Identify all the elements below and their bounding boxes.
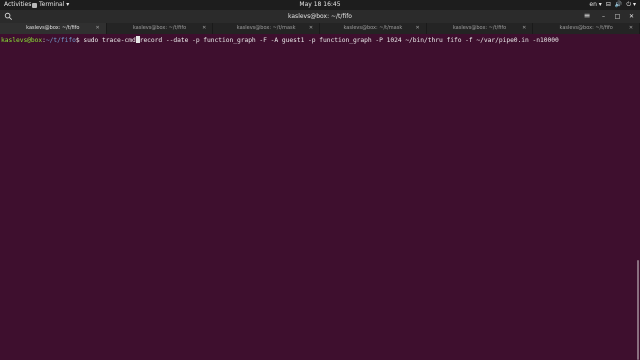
tab-label: kaslevs@box: ~/t/fifo bbox=[132, 25, 187, 31]
close-icon[interactable]: ✕ bbox=[627, 12, 636, 21]
tab-label: kaslevs@box: ~/t/mask bbox=[236, 25, 296, 31]
volume-icon[interactable]: 🔊 bbox=[615, 0, 622, 10]
tab-4[interactable]: kaslevs@box: ~/t/mask ✕ bbox=[320, 23, 427, 34]
prompt-path: ~/t/fifo bbox=[45, 37, 76, 44]
maximize-icon[interactable]: □ bbox=[613, 12, 622, 21]
command-text-after-cursor: record --date -p function_graph -F -A gu… bbox=[139, 37, 559, 44]
tab-3[interactable]: kaslevs@box: ~/t/mask ✕ bbox=[213, 23, 321, 34]
terminal-output-area[interactable]: kaslevs@box:~/t/fifo$ sudo trace-cmd reco… bbox=[0, 34, 640, 360]
tab-close-icon[interactable]: ✕ bbox=[95, 23, 99, 34]
prompt-user: kaslevs@box bbox=[1, 37, 43, 44]
tab-label: kaslevs@box: ~/t/fifo bbox=[559, 25, 613, 31]
command-text-before-cursor: sudo trace-cmd bbox=[83, 37, 136, 44]
minimize-icon[interactable]: – bbox=[599, 12, 608, 21]
command-line: kaslevs@box:~/t/fifo$ sudo trace-cmd reco… bbox=[1, 36, 559, 44]
system-tray[interactable]: en ▾ ⊟ 🔊 ⏻ ▾ bbox=[589, 0, 636, 10]
tab-close-icon[interactable]: ✕ bbox=[415, 23, 419, 34]
tab-label: kaslevs@box: ~/t/mask bbox=[343, 25, 403, 31]
tab-close-icon[interactable]: ✕ bbox=[629, 23, 633, 34]
tab-close-icon[interactable]: ✕ bbox=[202, 23, 206, 34]
network-icon[interactable]: ⊟ bbox=[606, 0, 611, 10]
scrollbar[interactable] bbox=[637, 260, 639, 360]
hamburger-menu-icon[interactable]: ≡ bbox=[582, 12, 592, 21]
tab-close-icon[interactable]: ✕ bbox=[522, 23, 526, 34]
tab-close-icon[interactable]: ✕ bbox=[309, 23, 313, 34]
terminal-header-bar: kaslevs@box: ~/t/fifo ≡ – □ ✕ bbox=[0, 10, 640, 23]
system-top-bar: Activities Terminal ▾ May 18 16:45 en ▾ … bbox=[0, 0, 640, 10]
tab-1[interactable]: kaslevs@box: ~/t/fifo ✕ bbox=[0, 23, 107, 34]
tab-5[interactable]: kaslevs@box: ~/t/fifo ✕ bbox=[427, 23, 534, 34]
power-menu-icon[interactable]: ⏻ ▾ bbox=[626, 0, 636, 10]
tab-label: kaslevs@box: ~/t/fifo bbox=[26, 25, 80, 31]
tab-label: kaslevs@box: ~/t/fifo bbox=[452, 25, 507, 31]
keyboard-layout-indicator[interactable]: en ▾ bbox=[589, 0, 601, 10]
tab-bar: kaslevs@box: ~/t/fifo ✕ kaslevs@box: ~/t… bbox=[0, 23, 640, 34]
tab-2[interactable]: kaslevs@box: ~/t/fifo ✕ bbox=[107, 23, 214, 34]
tab-6[interactable]: kaslevs@box: ~/t/fifo ✕ bbox=[533, 23, 640, 34]
window-title: kaslevs@box: ~/t/fifo bbox=[288, 13, 352, 20]
clock[interactable]: May 18 16:45 bbox=[0, 0, 640, 10]
